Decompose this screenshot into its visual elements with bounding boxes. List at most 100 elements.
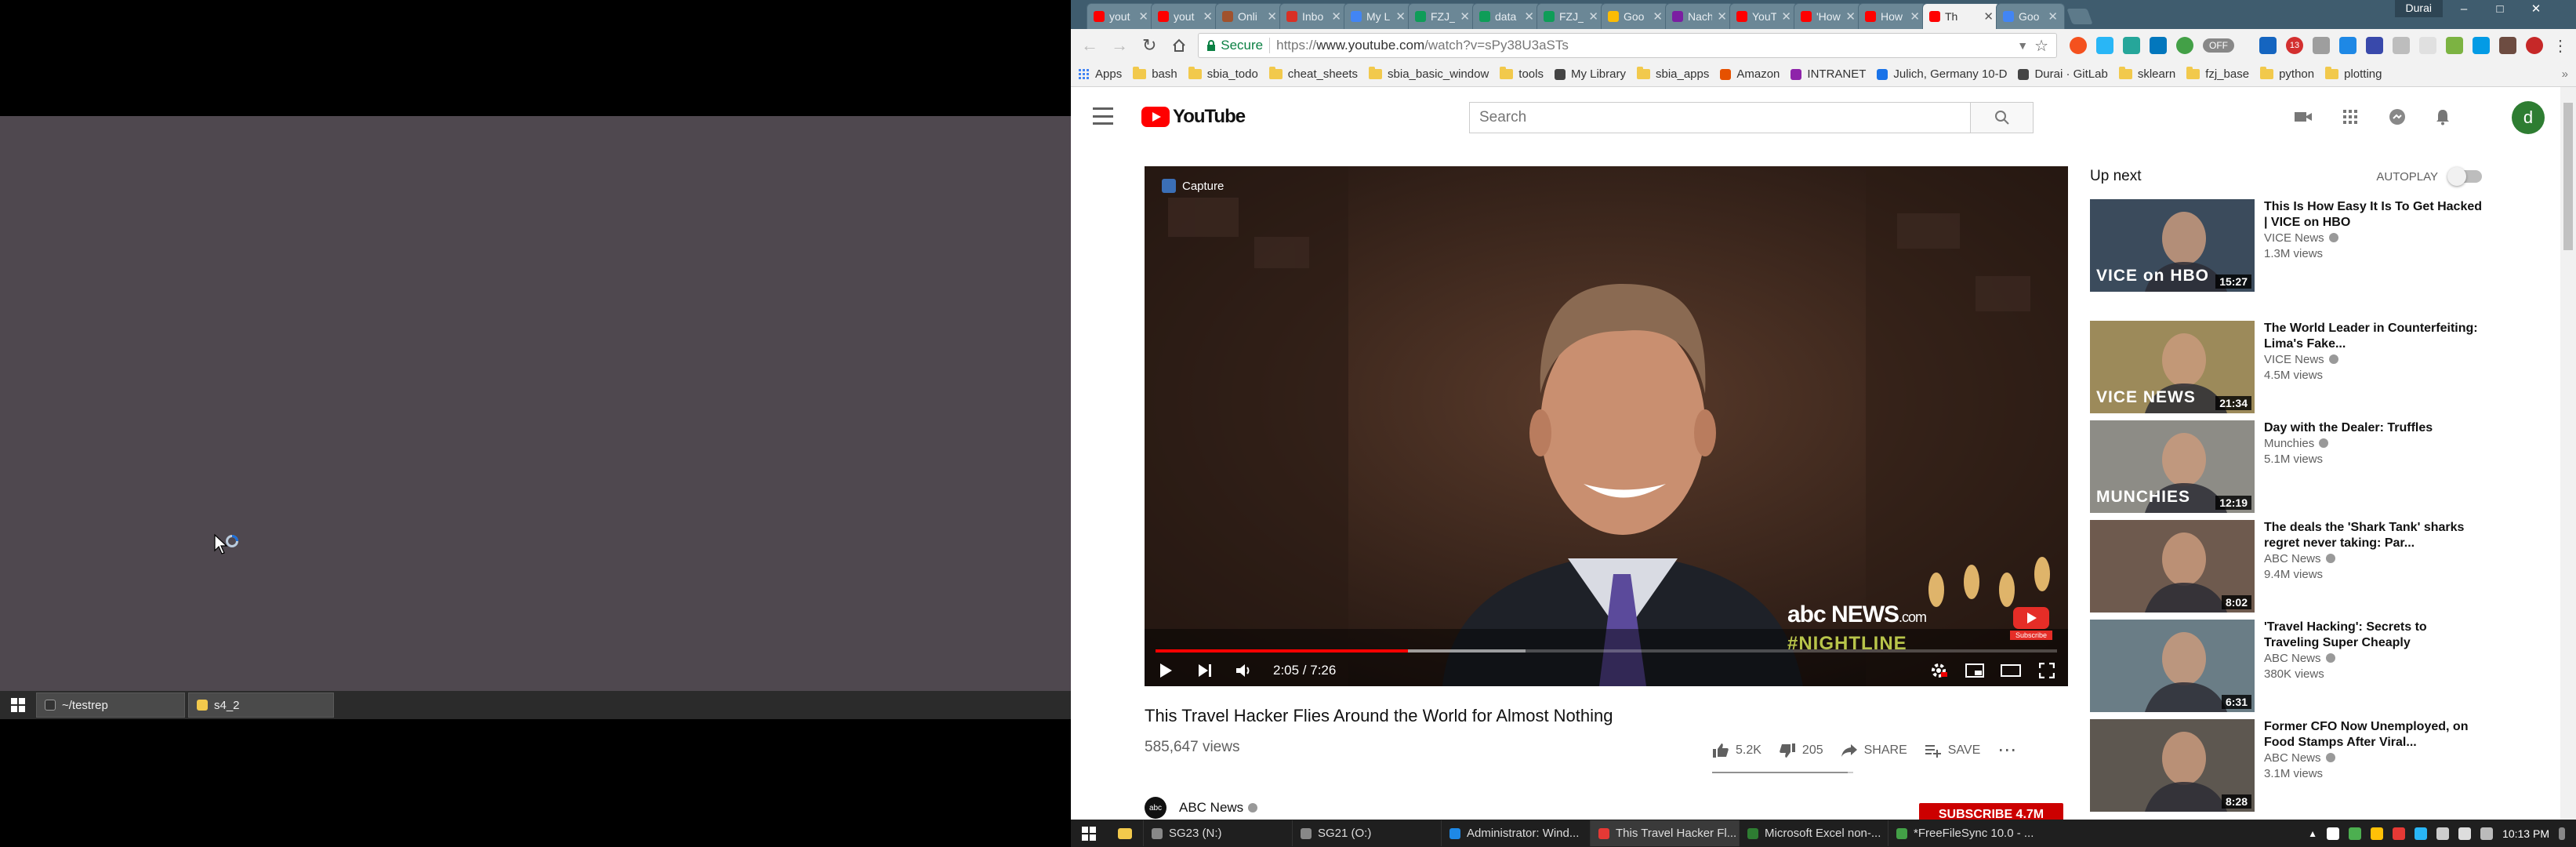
- video-title[interactable]: The World Leader in Counterfeiting: Lima…: [2264, 321, 2482, 352]
- tab-close-icon[interactable]: ✕: [1845, 9, 1856, 24]
- capture-badge[interactable]: Capture: [1162, 179, 1224, 193]
- browser-tab[interactable]: Goo ✕: [1601, 3, 1670, 29]
- taskbar-button-terminal[interactable]: ~/testrep: [36, 693, 185, 718]
- tab-close-icon[interactable]: ✕: [1717, 9, 1727, 24]
- messages-icon[interactable]: [2386, 106, 2408, 128]
- browser-tab[interactable]: FZJ_I✕: [1537, 3, 1605, 29]
- recommended-video[interactable]: MUNCHIES 12:19 Day with the Dealer: Truffl…: [2090, 420, 2482, 513]
- bookmark-item[interactable]: Apps: [1079, 67, 1122, 81]
- bookmark-star-icon[interactable]: ☆: [2034, 36, 2048, 56]
- browser-tab[interactable]: yout ✕: [1151, 3, 1220, 29]
- start-button[interactable]: [0, 691, 36, 719]
- play-button[interactable]: [1156, 660, 1176, 681]
- browser-tab[interactable]: yout ✕: [1087, 3, 1156, 29]
- close-icon[interactable]: ✕: [2518, 0, 2554, 17]
- notifications-bell-icon[interactable]: [2432, 106, 2454, 128]
- bookmark-item[interactable]: python: [2260, 67, 2314, 81]
- show-desktop-button[interactable]: [2559, 827, 2565, 840]
- bookmark-item[interactable]: Amazon: [1720, 67, 1780, 81]
- extension-icon[interactable]: [2393, 37, 2411, 54]
- video-title[interactable]: The deals the 'Shark Tank' sharks regret…: [2264, 520, 2482, 551]
- channel-name[interactable]: VICE News: [2264, 352, 2482, 368]
- tab-close-icon[interactable]: ✕: [1138, 9, 1148, 24]
- channel-avatar[interactable]: abc: [1145, 797, 1166, 819]
- tab-close-icon[interactable]: ✕: [1588, 9, 1598, 24]
- extension-icon[interactable]: [2473, 37, 2491, 54]
- video-thumbnail[interactable]: VICE NEWS 21:34: [2090, 321, 2255, 413]
- browser-tab[interactable]: data ✕: [1472, 3, 1541, 29]
- back-button[interactable]: ←: [1079, 34, 1101, 57]
- bookmark-item[interactable]: Julich, Germany 10-D: [1877, 67, 2007, 81]
- tray-icon[interactable]: [2415, 827, 2428, 840]
- browser-tab[interactable]: My L ✕: [1344, 3, 1413, 29]
- tab-close-icon[interactable]: ✕: [2048, 9, 2058, 24]
- share-button[interactable]: SHARE: [1841, 743, 1907, 758]
- bookmark-item[interactable]: fzj_base: [2186, 67, 2249, 81]
- channel-name[interactable]: VICE News: [2264, 231, 2482, 246]
- scrollbar-thumb[interactable]: [2563, 103, 2573, 250]
- video-title[interactable]: This Is How Easy It Is To Get Hacked | V…: [2264, 199, 2482, 231]
- extension-icon[interactable]: [2339, 37, 2357, 54]
- keyboard-icon[interactable]: [2480, 827, 2494, 840]
- recommended-video[interactable]: VICE on HBO 15:27 This Is How Easy It Is T…: [2090, 199, 2482, 292]
- tray-icon[interactable]: [2371, 827, 2384, 840]
- browser-tab[interactable]: Onli ✕: [1215, 3, 1284, 29]
- tab-close-icon[interactable]: ✕: [1653, 9, 1663, 24]
- extension-icon[interactable]: [2259, 37, 2277, 54]
- maximize-icon[interactable]: □: [2482, 0, 2518, 17]
- recommended-video[interactable]: 8:28 Former CFO Now Unemployed, on Food S…: [2090, 719, 2482, 812]
- browser-tab[interactable]: 'How ✕: [1794, 3, 1863, 29]
- start-button[interactable]: [1071, 820, 1107, 847]
- video-title[interactable]: 'Travel Hacking': Secrets to Traveling S…: [2264, 620, 2482, 651]
- recommended-video[interactable]: VICE NEWS 21:34 The World Leader in Counte…: [2090, 321, 2482, 413]
- like-button[interactable]: 5.2K: [1712, 743, 1761, 758]
- avatar[interactable]: d: [2512, 101, 2545, 134]
- tab-close-icon[interactable]: ✕: [1983, 9, 1994, 24]
- volume-icon[interactable]: [2458, 827, 2472, 840]
- tab-close-icon[interactable]: ✕: [1331, 9, 1341, 24]
- channel-name[interactable]: ABC News: [2264, 651, 2482, 667]
- video-player[interactable]: Capture abc NEWS.com #NIGHTLINE Subscrib…: [1145, 166, 2068, 686]
- taskbar-button[interactable]: SG21 (O:): [1292, 820, 1441, 846]
- secure-indicator[interactable]: Secure: [1206, 38, 1263, 53]
- video-thumbnail[interactable]: 8:28: [2090, 719, 2255, 812]
- headphones-icon[interactable]: [2096, 37, 2114, 54]
- channel-name[interactable]: ABC News: [2264, 551, 2482, 567]
- video-title[interactable]: Day with the Dealer: Truffles: [2264, 420, 2433, 436]
- extension-icon[interactable]: [2446, 37, 2464, 54]
- reload-button[interactable]: ↻: [1138, 34, 1160, 57]
- save-button[interactable]: SAVE: [1925, 743, 1980, 758]
- extension-icon[interactable]: [2526, 37, 2544, 54]
- settings-button[interactable]: [1928, 660, 1949, 681]
- progress-bar[interactable]: [1156, 649, 2057, 653]
- create-video-icon[interactable]: [2292, 106, 2314, 128]
- chevron-up-icon[interactable]: ▲: [2308, 828, 2317, 839]
- power-icon[interactable]: [2176, 37, 2194, 54]
- next-button[interactable]: [1195, 660, 1215, 681]
- extension-icon[interactable]: [2419, 37, 2437, 54]
- minimize-icon[interactable]: –: [2446, 0, 2482, 17]
- adblock-icon[interactable]: 13: [2286, 37, 2304, 54]
- browser-tab[interactable]: Inbo ✕: [1279, 3, 1348, 29]
- recommended-video[interactable]: 6:31 'Travel Hacking': Secrets to Traveli…: [2090, 620, 2482, 712]
- address-bar[interactable]: Secure https://www.youtube.com/watch?v=s…: [1198, 33, 2058, 58]
- browser-tab[interactable]: YouT ✕: [1729, 3, 1798, 29]
- channel-name[interactable]: ABC News: [1179, 800, 1258, 816]
- bookmark-item[interactable]: sbia_todo: [1188, 67, 1258, 81]
- taskbar-button-folder[interactable]: s4_2: [188, 693, 334, 718]
- subscribe-watermark[interactable]: Subscribe: [2010, 605, 2052, 640]
- extension-icon[interactable]: [2313, 37, 2331, 54]
- taskbar-button[interactable]: Microsoft Excel non-...: [1739, 820, 1888, 846]
- more-bookmarks-icon[interactable]: »: [2562, 67, 2568, 81]
- tab-close-icon[interactable]: ✕: [1910, 9, 1920, 24]
- search-button[interactable]: [1970, 103, 2033, 133]
- bookmark-item[interactable]: Durai · GitLab: [2018, 67, 2108, 81]
- video-title[interactable]: Former CFO Now Unemployed, on Food Stamp…: [2264, 719, 2482, 751]
- subscribe-button[interactable]: SUBSCRIBE 4.7M: [1919, 803, 2063, 820]
- video-thumbnail[interactable]: MUNCHIES 12:19: [2090, 420, 2255, 513]
- bookmark-item[interactable]: plotting: [2325, 67, 2382, 81]
- dropdown-icon[interactable]: ▼: [2017, 39, 2028, 52]
- video-thumbnail[interactable]: VICE on HBO 15:27: [2090, 199, 2255, 292]
- browser-tab[interactable]: FZJ_S✕: [1408, 3, 1477, 29]
- dislike-button[interactable]: 205: [1779, 743, 1823, 758]
